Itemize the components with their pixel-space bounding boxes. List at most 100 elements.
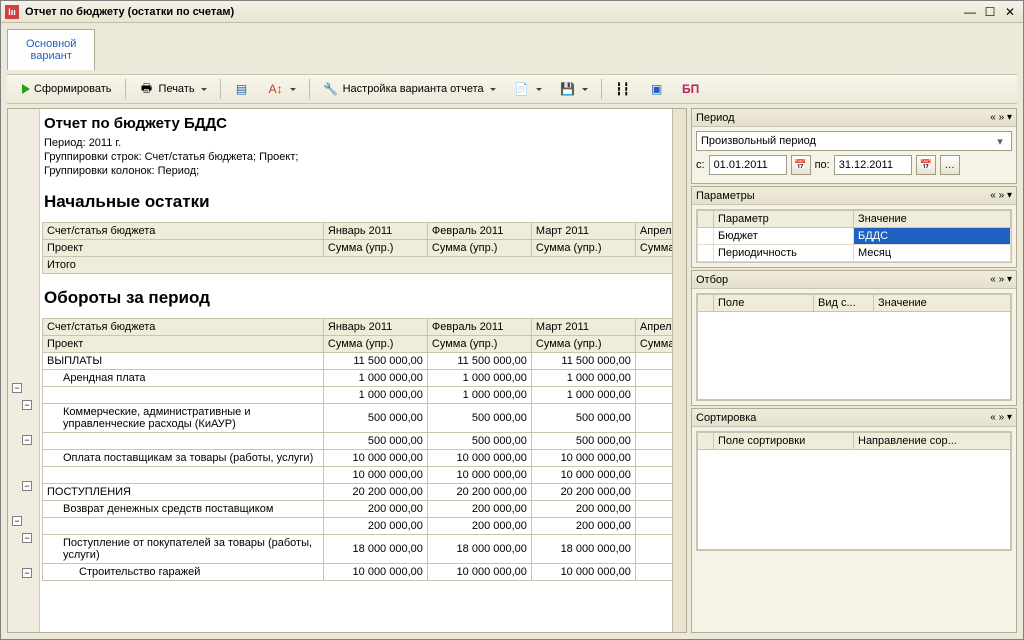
ellipsis-button[interactable]: … bbox=[940, 155, 960, 175]
date-to[interactable] bbox=[834, 155, 912, 175]
table-row[interactable]: Оплата поставщикам за товары (работы, ус… bbox=[43, 450, 673, 467]
settings-button[interactable]: 🔧 Настройка варианта отчета bbox=[316, 78, 503, 100]
panel-tools[interactable]: « » ▾ bbox=[990, 274, 1012, 285]
tb-icon-2[interactable]: A↕ bbox=[261, 78, 303, 100]
cell-value: 10 000 000,00 bbox=[531, 467, 635, 484]
section-turnover: Обороты за период bbox=[42, 274, 672, 318]
hdr-sum: Сумма (упр.) bbox=[531, 336, 635, 353]
app-icon: lıı bbox=[5, 5, 19, 19]
table-row[interactable]: 500 000,00500 000,00500 000,005 bbox=[43, 433, 673, 450]
table-row[interactable]: ВЫПЛАТЫ11 500 000,0011 500 000,0011 500 … bbox=[43, 353, 673, 370]
tb-icon-4[interactable]: ┇┇ bbox=[608, 78, 638, 100]
window-title: Отчет по бюджету (остатки по счетам) bbox=[25, 6, 961, 18]
turnover-table: Счет/статья бюджета Январь 2011 Февраль … bbox=[42, 318, 672, 581]
panel-tools[interactable]: « » ▾ bbox=[990, 112, 1012, 123]
cell-value: 10 000 000,00 bbox=[427, 467, 531, 484]
cell-value: 11 500 000,00 bbox=[427, 353, 531, 370]
cell-value: 1 000 000,00 bbox=[531, 387, 635, 404]
table-row[interactable]: 1 000 000,001 000 000,001 000 000,001 0 bbox=[43, 387, 673, 404]
row-label: Возврат денежных средств поставщиком bbox=[43, 501, 324, 518]
close-button[interactable]: ✕ bbox=[1001, 4, 1019, 20]
table-row[interactable]: ПОСТУПЛЕНИЯ20 200 000,0020 200 000,0020 … bbox=[43, 484, 673, 501]
cell-value: 10 0 bbox=[635, 467, 672, 484]
collapse-toggle[interactable]: − bbox=[22, 400, 32, 410]
scrollbar[interactable] bbox=[672, 109, 686, 632]
panel-title: Отбор bbox=[696, 274, 990, 286]
row-label: Оплата поставщикам за товары (работы, ус… bbox=[43, 450, 324, 467]
row-label: ВЫПЛАТЫ bbox=[43, 353, 324, 370]
tb-icon-5[interactable]: ▣ bbox=[642, 78, 672, 100]
panel-tools[interactable]: « » ▾ bbox=[990, 190, 1012, 201]
from-label: с: bbox=[696, 159, 705, 171]
collapse-toggle[interactable]: − bbox=[22, 568, 32, 578]
print-button[interactable]: 🖶 Печать bbox=[132, 78, 214, 100]
date-from[interactable] bbox=[709, 155, 787, 175]
table-row[interactable]: Возврат денежных средств поставщиком 200 … bbox=[43, 501, 673, 518]
cell-value: 500 000,00 bbox=[531, 433, 635, 450]
panel-tools[interactable]: « » ▾ bbox=[990, 412, 1012, 423]
tb-icon-3[interactable]: 📄 bbox=[507, 78, 549, 100]
params-table[interactable]: Параметр Значение БюджетБДДСПериодичност… bbox=[697, 210, 1011, 262]
table-row[interactable]: Арендная плата1 000 000,001 000 000,001 … bbox=[43, 370, 673, 387]
collapse-toggle[interactable]: − bbox=[12, 383, 22, 393]
collapse-toggle[interactable]: − bbox=[22, 481, 32, 491]
table-row[interactable]: 200 000,00200 000,00200 000,002 bbox=[43, 518, 673, 535]
toolbar: Сформировать 🖶 Печать ▤ A↕ 🔧 Настройка в… bbox=[7, 74, 1017, 104]
cell-value: 10 000 000,00 bbox=[323, 450, 427, 467]
tb-icon-6[interactable]: БП bbox=[676, 78, 706, 100]
param-row[interactable]: БюджетБДДС bbox=[698, 228, 1011, 245]
param-row[interactable]: ПериодичностьМесяц bbox=[698, 245, 1011, 262]
collapse-toggle[interactable]: − bbox=[22, 533, 32, 543]
collapse-toggle[interactable]: − bbox=[12, 516, 22, 526]
side-panel: Период « » ▾ Произвольный период ▾ с: 📅 bbox=[691, 108, 1017, 633]
col-param: Параметр bbox=[714, 211, 854, 228]
row-label bbox=[43, 387, 324, 404]
cell-value: 200 000,00 bbox=[323, 518, 427, 535]
hdr-sum: Сумма ( bbox=[635, 240, 672, 257]
form-label: Сформировать bbox=[34, 83, 112, 95]
report-group-rows: Группировки строк: Счет/статья бюджета; … bbox=[42, 150, 672, 164]
table-row[interactable]: Поступление от покупателей за товары (ра… bbox=[43, 535, 673, 564]
table-row[interactable]: 10 000 000,0010 000 000,0010 000 000,001… bbox=[43, 467, 673, 484]
calendar-icon[interactable]: 📅 bbox=[916, 155, 936, 175]
cell-value: 11 500 000,00 bbox=[323, 353, 427, 370]
to-label: по: bbox=[815, 159, 830, 171]
cell-value: 500 000,00 bbox=[531, 404, 635, 433]
cell-value: 20 200 000,00 bbox=[323, 484, 427, 501]
cell-value: 500 000,00 bbox=[427, 404, 531, 433]
table-row[interactable]: Коммерческие, административные и управле… bbox=[43, 404, 673, 433]
sort-table[interactable]: Поле сортировки Направление сор... bbox=[697, 432, 1011, 450]
tab-main-variant[interactable]: Основной вариант bbox=[7, 29, 95, 70]
cell-value: 18 000 000,00 bbox=[531, 535, 635, 564]
cell-value: 200 000,00 bbox=[531, 501, 635, 518]
section-initial-balances: Начальные остатки bbox=[42, 178, 672, 222]
col-sort-field: Поле сортировки bbox=[714, 433, 854, 450]
calendar-icon[interactable]: 📅 bbox=[791, 155, 811, 175]
table-row[interactable]: Строительство гаражей10 000 000,0010 000… bbox=[43, 564, 673, 581]
collapse-toggle[interactable]: − bbox=[22, 435, 32, 445]
tb-icon-1[interactable]: ▤ bbox=[227, 78, 257, 100]
panel-sort: Сортировка « » ▾ Поле сортировки Направл… bbox=[691, 408, 1017, 633]
titlebar: lıı Отчет по бюджету (остатки по счетам)… bbox=[1, 1, 1023, 23]
report-scroll[interactable]: Отчет по бюджету БДДС Период: 2011 г. Гр… bbox=[40, 109, 672, 632]
period-select[interactable]: Произвольный период ▾ bbox=[696, 131, 1012, 151]
cell-value: 10 000 000,00 bbox=[323, 467, 427, 484]
save-button[interactable]: 💾 bbox=[553, 78, 595, 100]
maximize-button[interactable]: ☐ bbox=[981, 4, 999, 20]
hdr-project: Проект bbox=[43, 336, 324, 353]
hdr-month: Февраль 2011 bbox=[427, 319, 531, 336]
hdr-account: Счет/статья бюджета bbox=[43, 223, 324, 240]
form-button[interactable]: Сформировать bbox=[15, 78, 119, 100]
report-group-cols: Группировки колонок: Период; bbox=[42, 164, 672, 178]
minimize-button[interactable]: — bbox=[961, 4, 979, 20]
hdr-sum: Сумма (упр.) bbox=[427, 240, 531, 257]
cell-value: 5 bbox=[635, 404, 672, 433]
hdr-project: Проект bbox=[43, 240, 324, 257]
filter-table[interactable]: Поле Вид с... Значение bbox=[697, 294, 1011, 312]
param-name: Периодичность bbox=[714, 245, 854, 262]
cell-value: 18 000 000,00 bbox=[427, 535, 531, 564]
cell-value: 10 000 000,00 bbox=[531, 564, 635, 581]
cell-value: 200 000,00 bbox=[427, 501, 531, 518]
report-title: Отчет по бюджету БДДС bbox=[42, 111, 672, 136]
row-label: Поступление от покупателей за товары (ра… bbox=[43, 535, 324, 564]
